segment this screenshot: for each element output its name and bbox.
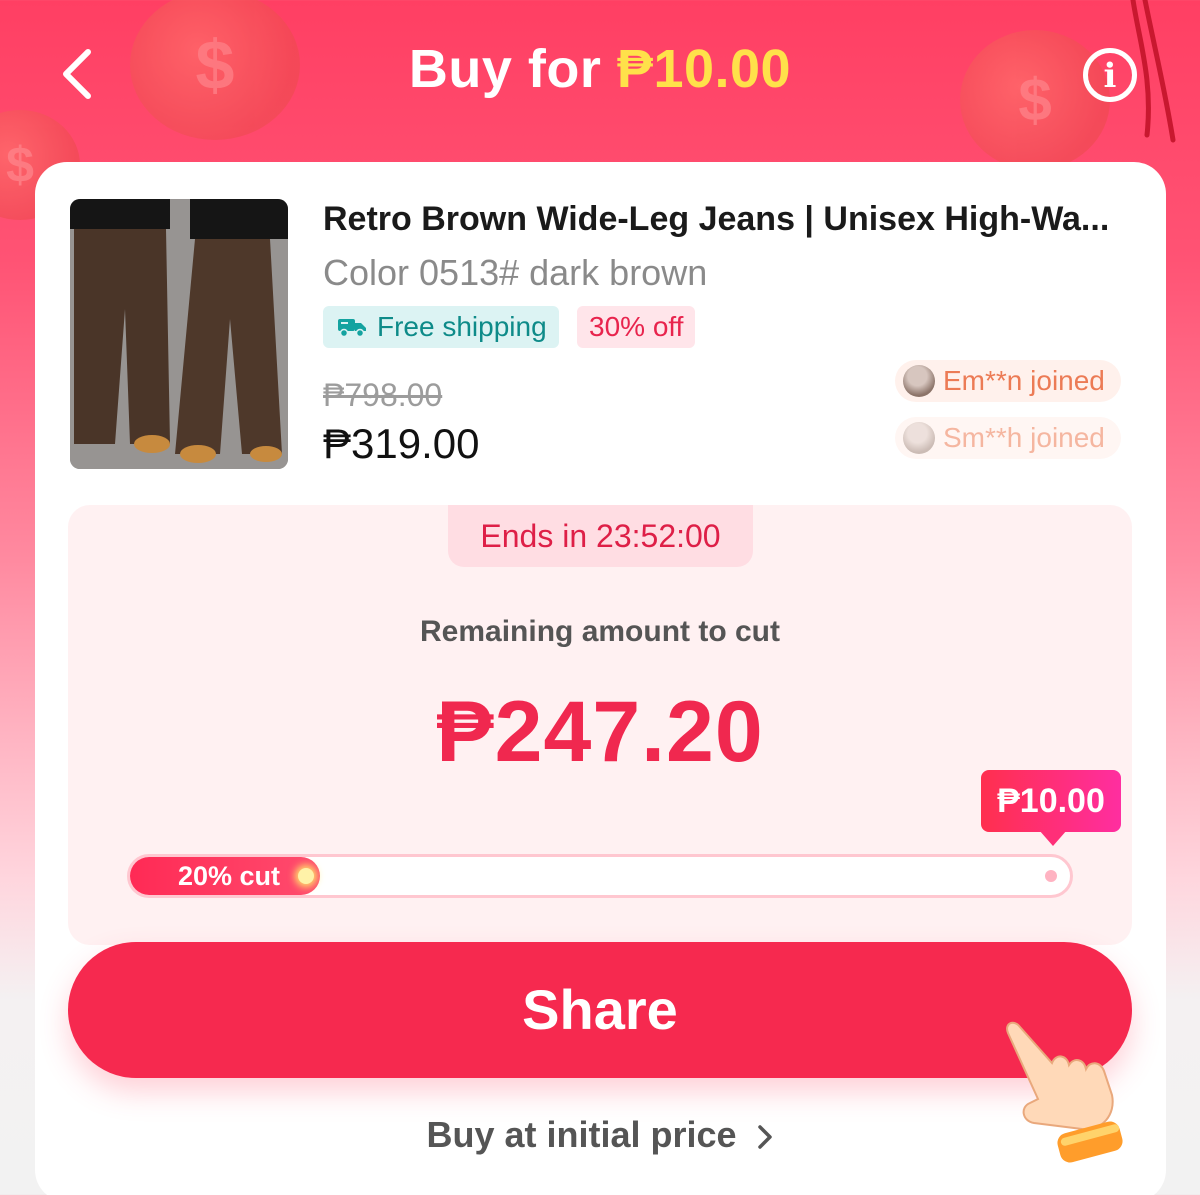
free-shipping-label: Free shipping — [377, 311, 547, 342]
participant-label: Sm**h joined — [943, 422, 1105, 453]
product-image[interactable] — [70, 199, 288, 469]
product-title[interactable]: Retro Brown Wide-Leg Jeans | Unisex High… — [323, 200, 1133, 239]
cut-progress-bar: 20% cut — [127, 854, 1073, 898]
progress-end-dot — [1045, 870, 1057, 882]
buy-initial-label: Buy at initial price — [426, 1114, 737, 1155]
free-shipping-tag: Free shipping — [323, 306, 559, 348]
title-amount: ₱10.00 — [616, 39, 792, 99]
original-price: ₱798.00 — [323, 377, 443, 413]
page-title: Buy for ₱10.00 — [0, 38, 1200, 100]
progress-fill: 20% cut — [130, 857, 320, 895]
progress-label: 20% cut — [178, 861, 281, 891]
remaining-label: Remaining amount to cut — [420, 615, 780, 648]
share-button[interactable]: Share — [68, 942, 1132, 1078]
avatar — [903, 365, 935, 397]
title-prefix: Buy for — [408, 39, 602, 99]
header-bar: Buy for ₱10.00 i — [0, 0, 1200, 150]
avatar — [903, 422, 935, 454]
participant-joined-badge: Em**n joined — [895, 360, 1121, 402]
chevron-right-icon — [757, 1125, 772, 1150]
countdown-badge: Ends in 23:52:00 — [448, 505, 753, 567]
participant-label: Em**n joined — [943, 365, 1105, 396]
bargain-card: Retro Brown Wide-Leg Jeans | Unisex High… — [35, 162, 1166, 1195]
jeans-photo — [70, 199, 288, 469]
target-price-tooltip: ₱10.00 — [981, 770, 1121, 846]
progress-glow-dot — [298, 868, 314, 884]
red-annotation-mark — [1130, 0, 1176, 143]
remaining-amount: ₱247.20 — [436, 684, 764, 780]
truck-icon — [338, 319, 366, 338]
discount-tag: 30% off — [577, 306, 696, 348]
product-variant: Color 0513# dark brown — [323, 252, 708, 293]
participant-joined-badge: Sm**h joined — [895, 417, 1121, 459]
buy-at-initial-price-link[interactable]: Buy at initial price — [35, 1114, 1166, 1156]
current-price: ₱319.00 — [323, 420, 480, 467]
